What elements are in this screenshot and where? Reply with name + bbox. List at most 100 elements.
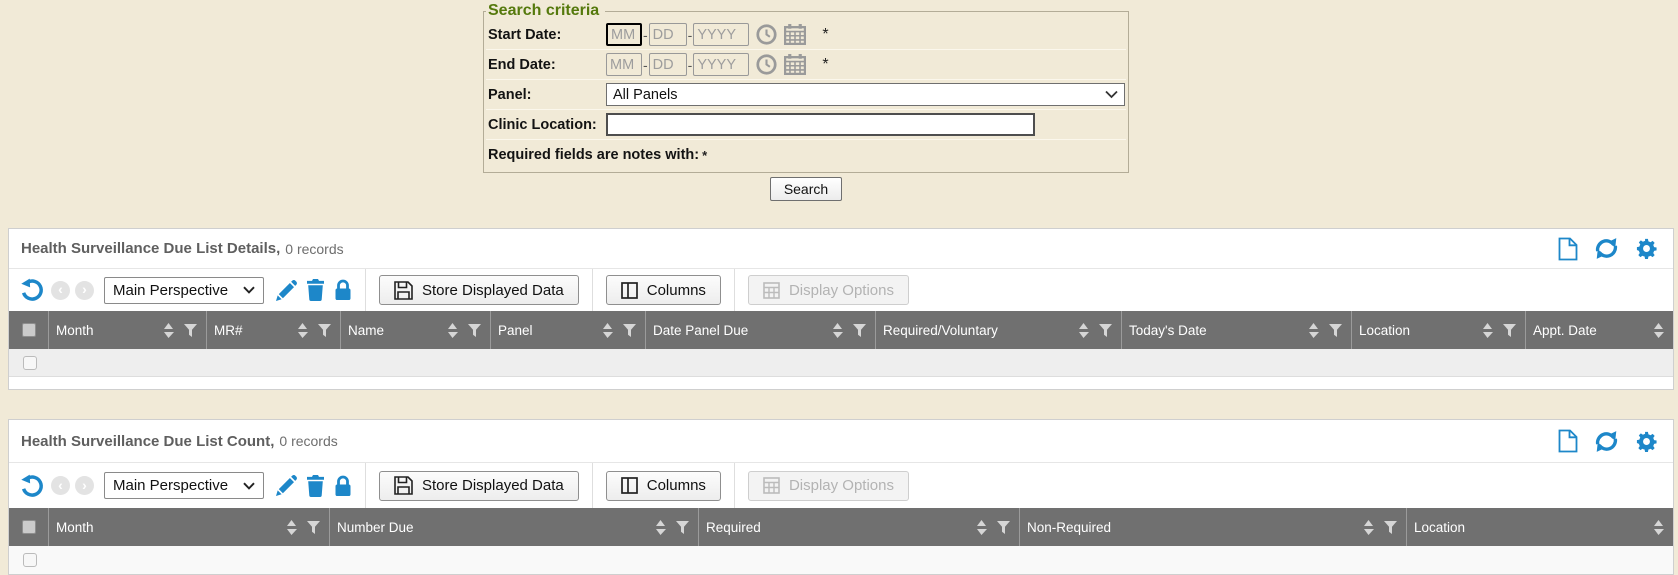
due-list-count-toolbar: ‹ › Main Perspective Store Displayed Dat… [9,462,1673,508]
display-options-label: Display Options [789,477,894,494]
refresh-icon[interactable] [1594,430,1619,453]
sort-icon[interactable] [297,323,308,338]
select-all-checkbox-cell [9,311,49,349]
column-header-month[interactable]: Month [49,311,207,349]
lock-icon[interactable] [334,475,352,497]
calendar-icon[interactable] [784,24,806,45]
perspective-select[interactable]: Main Perspective [104,472,264,499]
search-button[interactable]: Search [770,177,842,201]
column-header-location[interactable]: Location [1352,311,1526,349]
new-document-icon[interactable] [1558,237,1578,261]
row-checkbox[interactable] [23,553,37,567]
sort-icon[interactable] [1078,323,1089,338]
column-header-date-panel-due[interactable]: Date Panel Due [646,311,876,349]
sort-icon[interactable] [602,323,613,338]
required-note-row: Required fields are notes with: * [486,140,1126,170]
filter-icon[interactable] [997,521,1010,534]
required-asterisk: * [822,26,828,44]
filter-icon[interactable] [623,324,636,337]
column-header-non-required[interactable]: Non-Required [1020,508,1407,546]
store-displayed-data-button[interactable]: Store Displayed Data [379,275,579,305]
toolbar-separator [365,269,366,311]
start-date-day-input[interactable] [649,23,687,46]
date-separator: - [688,57,693,73]
sort-icon[interactable] [1653,520,1664,535]
date-separator: - [688,27,693,43]
perspective-select-value: Main Perspective [113,477,228,494]
column-header-required[interactable]: Required [699,508,1020,546]
column-header-name[interactable]: Name [341,311,491,349]
date-separator: - [643,57,648,73]
lock-icon[interactable] [334,279,352,301]
clinic-location-input[interactable] [606,113,1035,136]
display-options-grid-icon [763,282,780,299]
row-checkbox[interactable] [23,356,37,370]
store-displayed-data-button[interactable]: Store Displayed Data [379,471,579,501]
column-header-number-due[interactable]: Number Due [330,508,699,546]
perspective-select[interactable]: Main Perspective [104,277,264,304]
columns-button[interactable]: Columns [606,471,721,501]
sort-icon[interactable] [1363,520,1374,535]
filter-icon[interactable] [307,521,320,534]
select-all-checkbox[interactable] [22,520,36,534]
column-header-appt-date[interactable]: Appt. Date [1526,311,1673,349]
delete-trash-icon[interactable] [306,279,325,301]
column-header-location[interactable]: Location [1407,508,1673,546]
sort-icon[interactable] [1653,323,1664,338]
columns-button[interactable]: Columns [606,275,721,305]
sort-icon[interactable] [286,520,297,535]
calendar-icon[interactable] [784,54,806,75]
refresh-icon[interactable] [1594,237,1619,260]
filter-icon[interactable] [1329,324,1342,337]
end-date-day-input[interactable] [649,53,687,76]
filter-icon[interactable] [1384,521,1397,534]
clock-icon[interactable] [756,54,777,75]
undo-icon[interactable] [19,474,44,498]
filter-icon[interactable] [1099,324,1112,337]
filter-icon[interactable] [318,324,331,337]
gear-icon[interactable] [1635,430,1658,453]
search-criteria-panel: Search criteria Start Date: - - * End Da… [483,2,1129,201]
edit-pencil-icon[interactable] [276,475,297,496]
table-row [9,349,1673,377]
column-header-mr[interactable]: MR# [207,311,341,349]
column-label: Name [348,323,384,338]
start-date-year-input[interactable] [693,23,749,46]
end-date-label: End Date: [488,57,606,73]
page-title: Health Surveillance Due List Details, [21,240,280,257]
required-asterisk: * [822,56,828,74]
sort-icon[interactable] [447,323,458,338]
column-header-month[interactable]: Month [49,508,330,546]
edit-pencil-icon[interactable] [276,280,297,301]
end-date-year-input[interactable] [693,53,749,76]
select-all-checkbox[interactable] [22,323,36,337]
filter-icon[interactable] [1503,324,1516,337]
panel-label: Panel: [488,87,606,103]
toolbar-separator [592,269,593,311]
column-header-panel[interactable]: Panel [491,311,646,349]
clock-icon[interactable] [756,24,777,45]
display-options-grid-icon [763,477,780,494]
sort-icon[interactable] [832,323,843,338]
end-date-month-input[interactable] [606,53,642,76]
filter-icon[interactable] [468,324,481,337]
column-header-required-voluntary[interactable]: Required/Voluntary [876,311,1122,349]
gear-icon[interactable] [1635,237,1658,260]
delete-trash-icon[interactable] [306,475,325,497]
sort-icon[interactable] [1308,323,1319,338]
new-document-icon[interactable] [1558,429,1578,453]
column-header-todays-date[interactable]: Today's Date [1122,311,1352,349]
sort-icon[interactable] [1482,323,1493,338]
sort-icon[interactable] [163,323,174,338]
filter-icon[interactable] [676,521,689,534]
panel-select[interactable]: All Panels [606,83,1125,106]
filter-icon[interactable] [853,324,866,337]
sort-icon[interactable] [976,520,987,535]
sort-icon[interactable] [655,520,666,535]
column-label: Location [1414,520,1465,535]
filter-icon[interactable] [184,324,197,337]
undo-icon[interactable] [19,278,44,302]
start-date-month-input[interactable] [606,23,642,46]
column-label: Required [706,520,761,535]
column-label: Non-Required [1027,520,1111,535]
